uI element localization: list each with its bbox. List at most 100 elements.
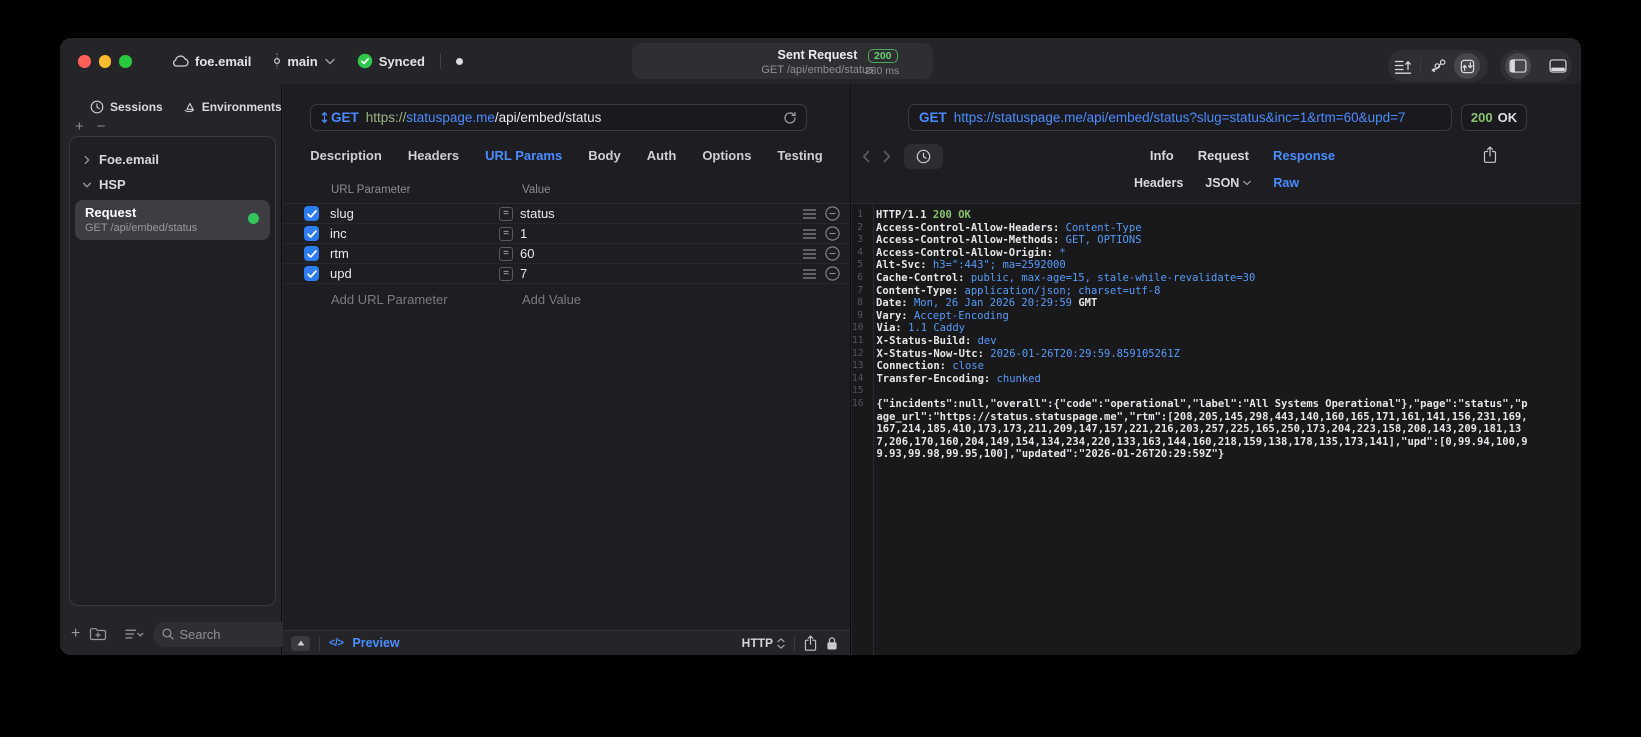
expand-panel-icon[interactable]: [291, 635, 310, 651]
status-badge: 200: [868, 49, 898, 63]
footer-divider: [319, 635, 320, 651]
response-status-code: 200: [1470, 110, 1493, 125]
tab-info[interactable]: Info: [1150, 148, 1174, 163]
back-icon[interactable]: [862, 150, 870, 163]
sidebar-add-remove: + −: [72, 119, 109, 134]
remove-param-icon[interactable]: [825, 246, 840, 261]
project-name[interactable]: foe.email: [195, 54, 251, 69]
chevron-right-icon: [82, 155, 92, 165]
tab-request[interactable]: Request: [1198, 148, 1249, 163]
add-param-field[interactable]: Add URL Parameter: [331, 292, 522, 307]
response-pane: GET https://statuspage.me/api/embed/stat…: [852, 84, 1581, 655]
toolbar-divider: [1420, 58, 1421, 74]
param-name-field[interactable]: rtm: [330, 246, 499, 261]
param-name-field[interactable]: upd: [330, 266, 499, 281]
url-scheme: https://: [365, 110, 407, 125]
tab-testing[interactable]: Testing: [777, 148, 822, 163]
remove-param-icon[interactable]: [825, 226, 840, 241]
reorder-handle-icon[interactable]: [803, 228, 816, 239]
reorder-handle-icon[interactable]: [803, 208, 816, 219]
line-number: 5: [857, 259, 863, 271]
preview-button[interactable]: Preview: [352, 636, 399, 650]
response-url: https://statuspage.me/api/embed/status?s…: [953, 110, 1406, 125]
export-response-icon[interactable]: [1483, 146, 1497, 163]
flows-icon[interactable]: [1428, 58, 1447, 74]
param-value-field[interactable]: status: [520, 206, 555, 221]
line-number: 9: [857, 309, 863, 321]
request-pane: GET https://statuspage.me/api/embed/stat…: [283, 84, 851, 655]
add-value-field[interactable]: Add Value: [522, 292, 581, 307]
param-checkbox[interactable]: [304, 266, 319, 281]
request-method[interactable]: GET: [331, 110, 359, 125]
response-url-bar[interactable]: GET https://statuspage.me/api/embed/stat…: [908, 104, 1452, 131]
tab-description[interactable]: Description: [310, 148, 382, 163]
response-line: Connection: close: [876, 360, 984, 373]
reorder-handle-icon[interactable]: [803, 268, 816, 279]
tab-url-params[interactable]: URL Params: [485, 148, 562, 163]
tab-environments[interactable]: Environments: [182, 100, 282, 114]
chevron-down-icon[interactable]: [324, 58, 335, 65]
request-name: Request: [85, 205, 137, 220]
param-checkbox[interactable]: [304, 206, 319, 221]
sort-requests-icon[interactable]: [1394, 58, 1413, 75]
subtab-headers[interactable]: Headers: [1134, 176, 1183, 190]
tab-options[interactable]: Options: [702, 148, 751, 163]
reorder-handle-icon[interactable]: [803, 248, 816, 259]
response-line: Access-Control-Allow-Headers: Content-Ty…: [876, 221, 1142, 234]
line-number: 15: [852, 385, 864, 397]
method-selector-icon[interactable]: [320, 111, 329, 124]
protocol-selector[interactable]: HTTP: [742, 636, 785, 650]
remove-param-icon[interactable]: [825, 206, 840, 221]
request-tabs: Description Headers URL Params Body Auth…: [283, 148, 850, 163]
branch-name[interactable]: main: [287, 54, 317, 69]
close-button[interactable]: [78, 55, 91, 68]
param-value-field[interactable]: 7: [520, 266, 527, 281]
param-checkbox[interactable]: [304, 226, 319, 241]
remove-param-icon[interactable]: [825, 266, 840, 281]
synced-check-icon: [357, 53, 373, 69]
param-value-field[interactable]: 1: [520, 226, 527, 241]
tree-item-label: Foe.email: [99, 152, 159, 167]
session-dot[interactable]: [455, 57, 463, 65]
sent-request-pill[interactable]: Sent Request GET /api/embed/status 200 2…: [632, 43, 933, 79]
titlebar-divider: [439, 53, 441, 69]
request-url-bar[interactable]: GET https://statuspage.me/api/embed/stat…: [310, 104, 807, 131]
param-checkbox[interactable]: [304, 246, 319, 261]
tab-auth[interactable]: Auth: [647, 148, 677, 163]
resend-request-icon[interactable]: [783, 111, 797, 125]
toggle-bottom-panel-icon[interactable]: [1549, 59, 1567, 73]
line-number: 4: [857, 246, 863, 258]
tab-sessions-label: Sessions: [110, 100, 163, 114]
zoom-button[interactable]: [119, 55, 132, 68]
response-line: X-Status-Now-Utc: 2026-01-26T20:29:59.85…: [876, 347, 1180, 360]
new-folder-icon[interactable]: [89, 627, 107, 641]
protocol-label: HTTP: [741, 636, 773, 650]
tree-item-foe-email[interactable]: Foe.email: [70, 147, 275, 172]
minimize-button[interactable]: [98, 55, 111, 68]
request-list-item-selected[interactable]: Request GET /api/embed/status: [75, 200, 270, 240]
new-request-button[interactable]: +: [71, 626, 80, 642]
tab-response[interactable]: Response: [1273, 148, 1335, 163]
param-name-field[interactable]: inc: [330, 226, 499, 241]
lock-icon[interactable]: [826, 636, 838, 651]
tab-body[interactable]: Body: [588, 148, 621, 163]
remove-item-button[interactable]: −: [97, 119, 106, 134]
equals-icon: =: [499, 206, 513, 221]
tab-sessions[interactable]: Sessions: [90, 100, 163, 114]
sort-list-icon[interactable]: [125, 628, 144, 641]
response-line: Cache-Control: public, max-age=15, stale…: [876, 271, 1256, 284]
toggle-sidebar-icon[interactable]: [1505, 53, 1531, 79]
import-export-icon[interactable]: [1454, 53, 1480, 79]
param-value-field[interactable]: 60: [520, 246, 534, 261]
subtab-raw[interactable]: Raw: [1273, 176, 1299, 190]
param-name-field[interactable]: slug: [330, 206, 499, 221]
gutter-divider: [873, 204, 874, 655]
subtab-json[interactable]: JSON: [1205, 176, 1252, 190]
response-line: Access-Control-Allow-Origin: *: [876, 246, 1066, 259]
sidebar: Sessions Environments + − Foe.email HSP …: [60, 84, 365, 655]
tree-item-hsp[interactable]: HSP: [70, 172, 275, 197]
tab-headers[interactable]: Headers: [408, 148, 459, 163]
share-icon[interactable]: [804, 635, 817, 651]
response-raw-view[interactable]: 1 HTTP/1.1 200 OK 2 Access-Control-Allow-H…: [852, 203, 1581, 655]
add-item-button[interactable]: +: [75, 119, 84, 134]
